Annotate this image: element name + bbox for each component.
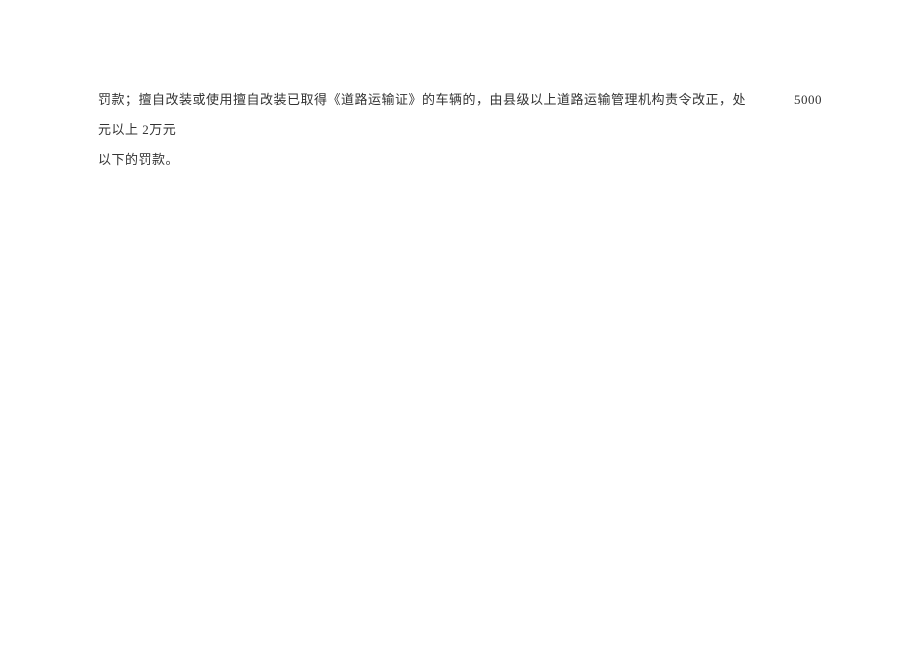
text-line-2: 以下的罚款。 [98, 145, 822, 175]
document-content: 罚款；擅自改装或使用擅自改装已取得《道路运输证》的车辆的，由县级以上道路运输管理… [98, 85, 822, 175]
paragraph-text: 罚款；擅自改装或使用擅自改装已取得《道路运输证》的车辆的，由县级以上道路运输管理… [98, 85, 822, 175]
line1-main: 罚款；擅自改装或使用擅自改装已取得《道路运输证》的车辆的，由县级以上道路运输管理… [98, 92, 746, 107]
text-line-1: 罚款；擅自改装或使用擅自改装已取得《道路运输证》的车辆的，由县级以上道路运输管理… [98, 85, 822, 145]
